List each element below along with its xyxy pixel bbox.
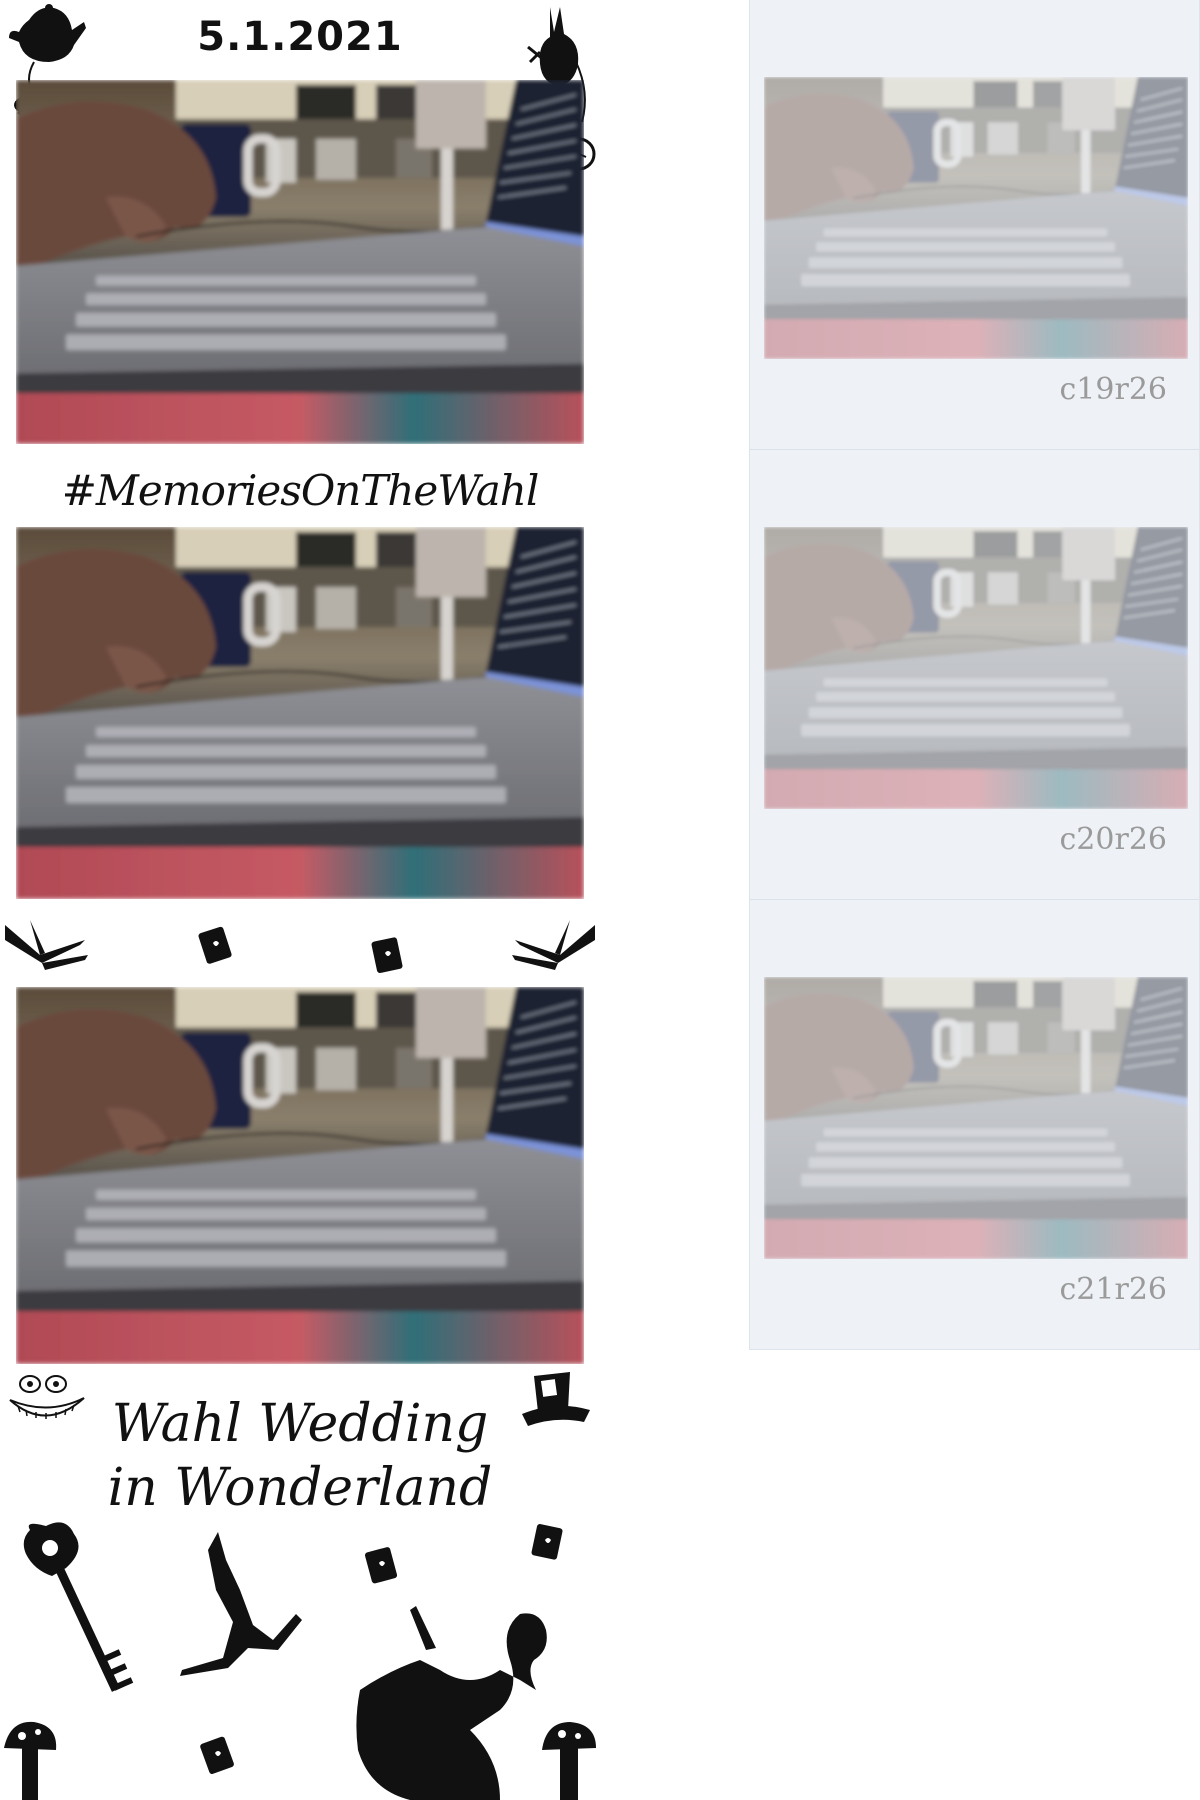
- photo-3: [16, 987, 584, 1364]
- book-icon: [0, 915, 90, 975]
- thumbnail-image[interactable]: [764, 527, 1188, 809]
- wedding-title-line-2: in Wonderland: [107, 1458, 493, 1518]
- playing-card-icon: [364, 1545, 400, 1585]
- wedding-title-line-1: Wahl Wedding: [111, 1394, 489, 1454]
- thumbnail-image[interactable]: [764, 977, 1188, 1259]
- thumbnail-image[interactable]: [764, 77, 1188, 359]
- hashtag-caption: #MemoriesOnTheWahl: [61, 466, 540, 515]
- thumbnail-card-c20r26[interactable]: c20r26: [750, 450, 1199, 900]
- thumbnail-card-c19r26[interactable]: c19r26: [750, 0, 1199, 450]
- playing-card-icon: [370, 935, 406, 975]
- photo-1: [16, 80, 584, 444]
- playing-card-icon: [530, 1522, 566, 1562]
- alice-icon: [350, 1600, 570, 1800]
- thumbnail-panel: c19r26 c20r26 c21r26: [749, 0, 1200, 1350]
- mad-hatter-hat-icon: [520, 1370, 592, 1436]
- thumbnail-label: c21r26: [1059, 1272, 1168, 1307]
- thumbnail-label: c20r26: [1059, 822, 1168, 857]
- event-date: 5.1.2021: [197, 14, 403, 60]
- key-icon: [16, 1520, 146, 1695]
- mushroom-icon: [0, 1718, 60, 1800]
- thumbnail-label: c19r26: [1059, 372, 1168, 407]
- cheshire-cat-icon: [8, 1370, 86, 1432]
- photo-2: [16, 527, 584, 899]
- falling-man-icon: [178, 1530, 333, 1690]
- mushroom-icon: [538, 1718, 600, 1800]
- thumbnail-card-c21r26[interactable]: c21r26: [750, 900, 1199, 1350]
- playing-card-icon: [200, 1735, 236, 1775]
- photo-strip: 5.1.2021 #MemoriesOnTheWahl Wahl Wedding…: [0, 0, 600, 1800]
- playing-card-icon: [198, 925, 234, 965]
- book-icon: [510, 915, 600, 975]
- wedding-title: Wahl Wedding in Wonderland: [90, 1392, 510, 1520]
